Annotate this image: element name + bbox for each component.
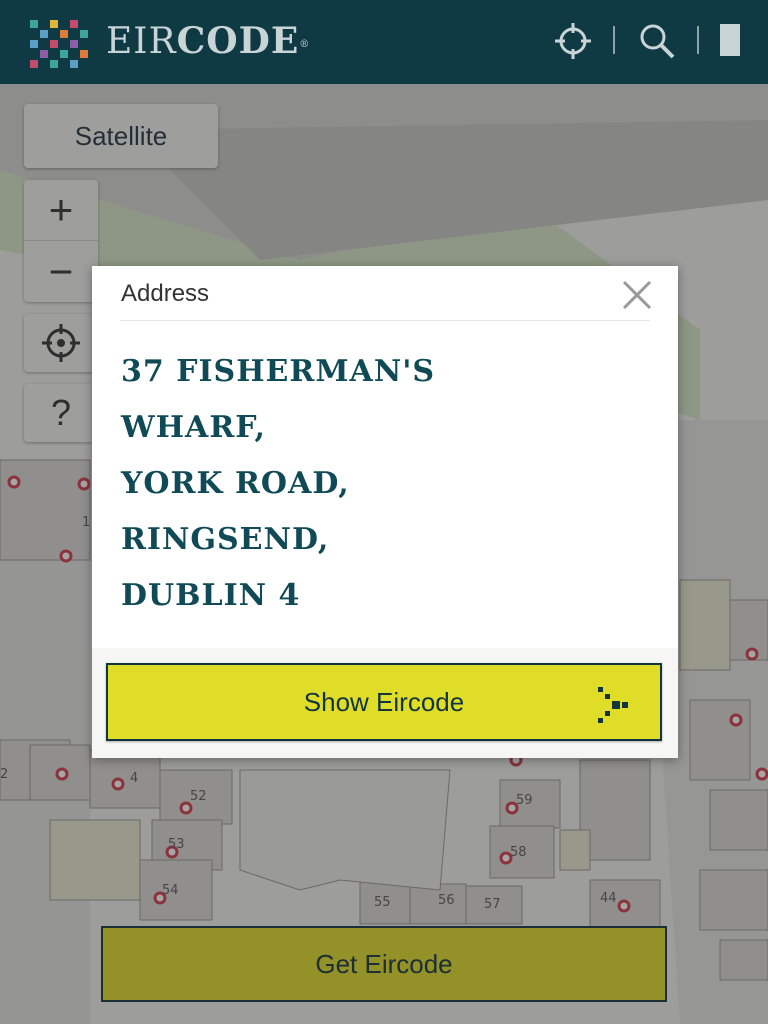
search-icon[interactable] — [636, 20, 678, 62]
show-eircode-label: Show Eircode — [303, 686, 465, 717]
address-dialog: Address 37 FISHERMAN'S WHARF, YORK ROAD,… — [92, 266, 678, 758]
address-line: WHARF, — [121, 410, 266, 445]
close-icon[interactable] — [620, 278, 654, 312]
address-line: YORK ROAD, — [121, 466, 350, 501]
header-separator — [697, 26, 699, 54]
dialog-divider — [120, 320, 650, 321]
address-line: DUBLIN 4 — [121, 578, 301, 613]
show-eircode-button[interactable]: Show Eircode — [106, 663, 662, 741]
eircode-logo-icon — [30, 20, 88, 68]
brand-wordmark: EIRCODE® — [106, 19, 310, 64]
address-line: 37 FISHERMAN'S — [121, 354, 436, 389]
brand-registered-mark: ® — [299, 39, 311, 50]
locate-crosshair-icon[interactable] — [552, 20, 594, 62]
menu-bar-icon[interactable] — [720, 24, 740, 56]
address-line: RINGSEND, — [121, 522, 330, 557]
app-header: EIRCODE® — [0, 0, 768, 84]
brand-eir: EIR — [106, 21, 177, 62]
header-separator — [613, 26, 615, 54]
address-block: 37 FISHERMAN'S WHARF, YORK ROAD, RINGSEN… — [121, 344, 641, 624]
chevron-right-icon — [598, 687, 628, 723]
dialog-title: Address — [121, 280, 210, 307]
brand-code: CODE — [176, 20, 300, 62]
